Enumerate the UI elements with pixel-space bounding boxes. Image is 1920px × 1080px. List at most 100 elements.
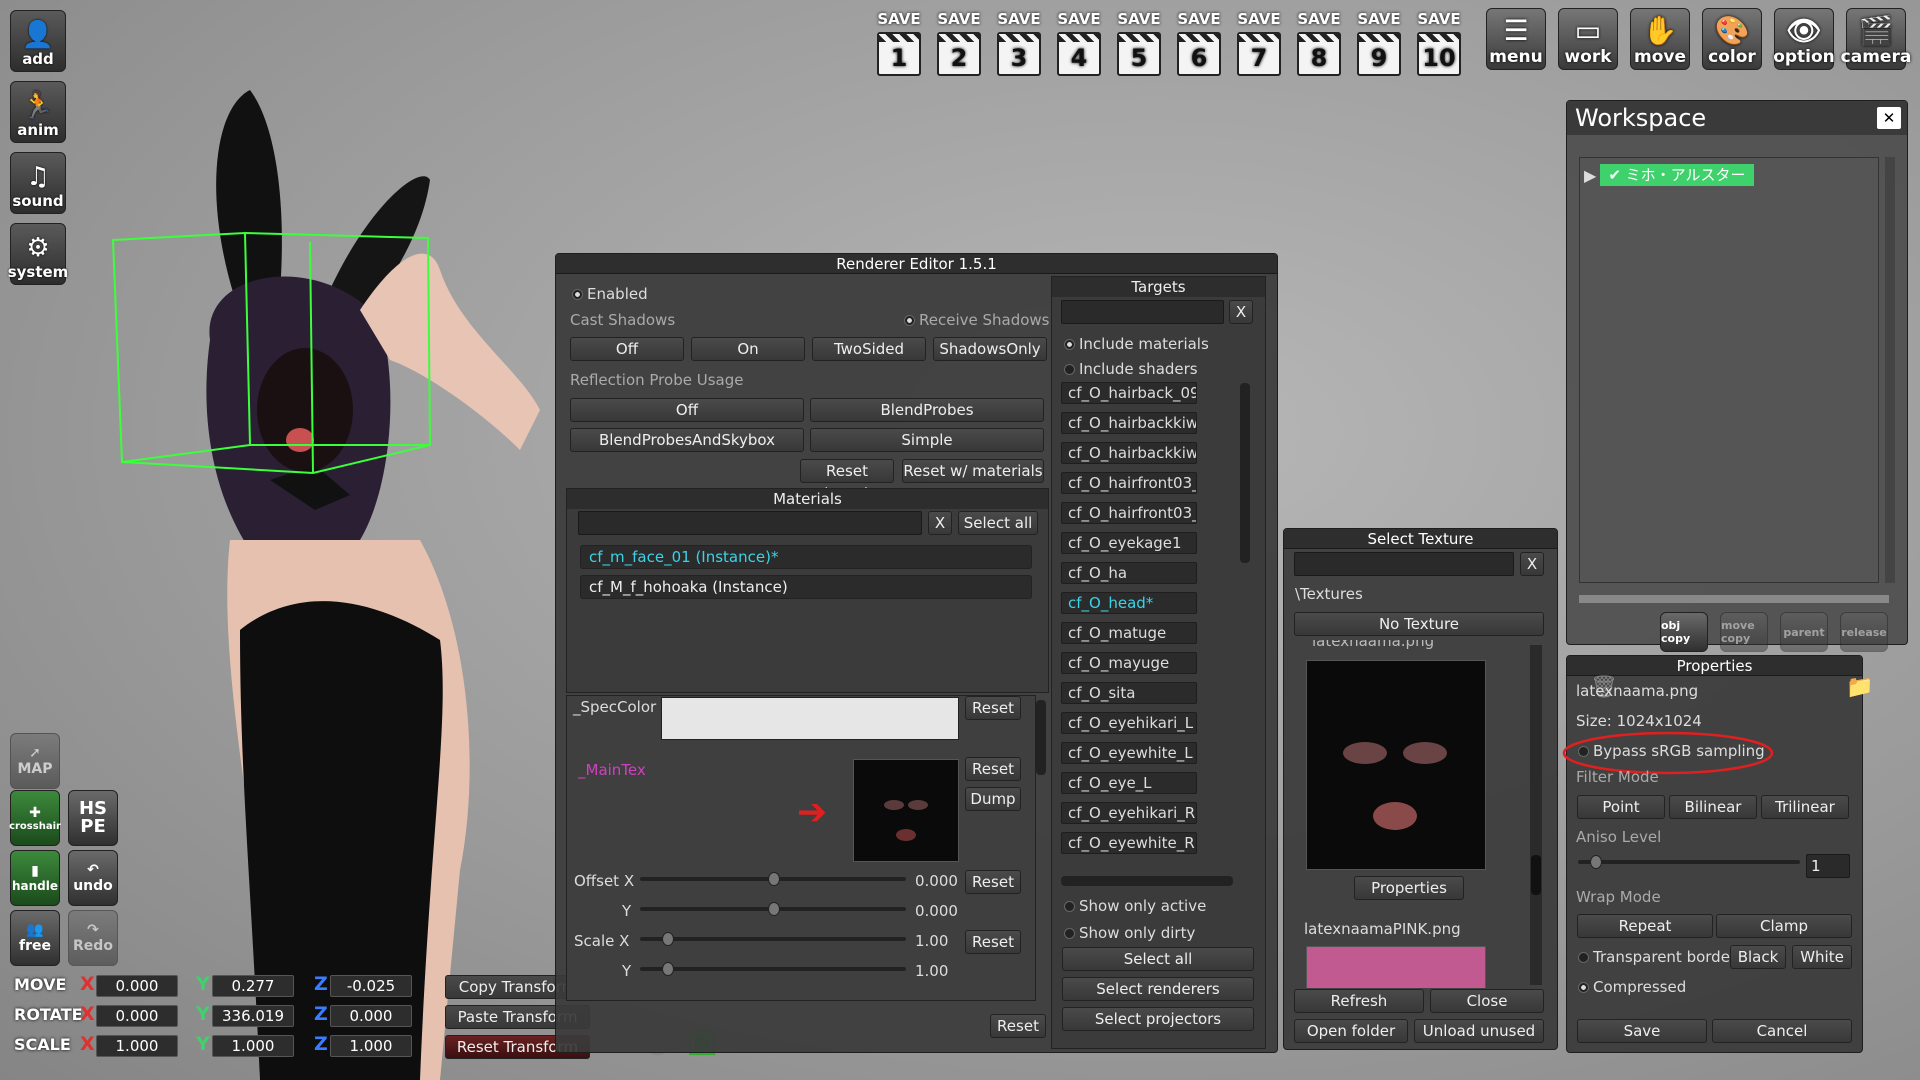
- target-item[interactable]: cf_O_hairbackkiwa_09: [1061, 412, 1197, 434]
- probe-blendprobesandskybox-button[interactable]: BlendProbesAndSkybox: [570, 428, 804, 452]
- cast-shadow-twosided-button[interactable]: TwoSided: [812, 337, 926, 361]
- cast-shadow-shadowsonly-button[interactable]: ShadowsOnly: [933, 337, 1047, 361]
- wrap-repeat-button[interactable]: Repeat: [1577, 914, 1713, 938]
- property-scrollbar[interactable]: [1036, 700, 1046, 775]
- receive-shadows-radio[interactable]: [904, 315, 915, 326]
- workspace-close-button[interactable]: ✕: [1877, 107, 1901, 129]
- reset-target-button[interactable]: Reset target: [800, 459, 894, 502]
- scale-y-value[interactable]: 1.00: [915, 962, 948, 980]
- target-item[interactable]: cf_O_eyehikari_L: [1061, 712, 1197, 734]
- target-item[interactable]: cf_O_hairfront03_00_u: [1061, 502, 1197, 524]
- move-menu-button[interactable]: ✋ move: [1630, 8, 1690, 70]
- texture-search-input[interactable]: [1294, 552, 1514, 576]
- main-tex-dump-button[interactable]: Dump: [965, 787, 1021, 811]
- workspace-scrollbar[interactable]: [1885, 157, 1895, 583]
- move-z-input[interactable]: -0.025: [330, 975, 412, 997]
- workspace-move-copy-button[interactable]: move copy: [1720, 612, 1768, 652]
- scale-y-input[interactable]: 1.000: [212, 1035, 294, 1057]
- rotate-x-input[interactable]: 0.000: [96, 1005, 178, 1027]
- undo-button[interactable]: ↶ undo: [68, 850, 118, 906]
- materials-clear-button[interactable]: X: [928, 511, 952, 535]
- targets-scrollbar[interactable]: [1240, 383, 1250, 563]
- transparent-border-toggle[interactable]: Transparent border: [1578, 948, 1736, 966]
- border-white-button[interactable]: White: [1792, 945, 1852, 969]
- save-slot-4[interactable]: SAVE 4: [1054, 10, 1104, 76]
- target-item[interactable]: cf_O_hairfront03_00: [1061, 472, 1197, 494]
- border-black-button[interactable]: Black: [1730, 945, 1786, 969]
- scale-x-input[interactable]: 1.000: [96, 1035, 178, 1057]
- materials-select-all-button[interactable]: Select all: [958, 511, 1038, 535]
- workspace-release-button[interactable]: release: [1840, 612, 1888, 652]
- workspace-hscroll[interactable]: [1579, 595, 1889, 603]
- target-item[interactable]: cf_O_matuge: [1061, 622, 1197, 644]
- probe-simple-button[interactable]: Simple: [810, 428, 1044, 452]
- texture-2-preview[interactable]: [1306, 946, 1486, 988]
- target-item[interactable]: cf_O_hairbackkiwa_09: [1061, 442, 1197, 464]
- wrap-clamp-button[interactable]: Clamp: [1716, 914, 1852, 938]
- spec-color-swatch[interactable]: [661, 697, 959, 740]
- map-button[interactable]: ➚ MAP: [10, 733, 60, 789]
- target-item[interactable]: cf_O_sita: [1061, 682, 1197, 704]
- toolbar-sound-button[interactable]: ♫ sound: [10, 152, 66, 214]
- scale-x-slider[interactable]: [640, 932, 906, 946]
- aniso-slider[interactable]: [1578, 855, 1800, 869]
- show-only-dirty-toggle[interactable]: Show only dirty: [1064, 924, 1195, 942]
- save-slot-6[interactable]: SAVE 6: [1174, 10, 1224, 76]
- texture-properties-button[interactable]: Properties: [1354, 876, 1464, 900]
- spec-color-reset-button[interactable]: Reset: [965, 696, 1021, 720]
- texture-clear-button[interactable]: X: [1520, 552, 1544, 576]
- hspe-button[interactable]: HS PE: [68, 790, 118, 846]
- transparent-border-radio[interactable]: [1578, 952, 1589, 963]
- save-slot-2[interactable]: SAVE 2: [934, 10, 984, 76]
- save-slot-7[interactable]: SAVE 7: [1234, 10, 1284, 76]
- camera-menu-button[interactable]: 🎬 camera: [1841, 8, 1911, 70]
- workspace-parent-button[interactable]: parent: [1780, 612, 1828, 652]
- target-item[interactable]: cf_O_eyewhite_R: [1061, 832, 1197, 854]
- free-button[interactable]: 👥 free: [10, 910, 60, 966]
- enabled-radio[interactable]: [572, 289, 583, 300]
- toolbar-add-button[interactable]: 👤 add: [10, 10, 66, 72]
- offset-y-value[interactable]: 0.000: [915, 902, 958, 920]
- check-icon[interactable]: ✔: [1608, 166, 1621, 184]
- menu-menu-button[interactable]: ☰ menu: [1486, 8, 1546, 70]
- aniso-value-input[interactable]: 1: [1806, 854, 1850, 878]
- cast-shadow-on-button[interactable]: On: [691, 337, 805, 361]
- show-only-active-radio[interactable]: [1064, 901, 1075, 912]
- scale-x-value[interactable]: 1.00: [915, 932, 948, 950]
- target-item[interactable]: cf_O_ha: [1061, 562, 1197, 584]
- open-folder-button[interactable]: Open folder: [1294, 1019, 1408, 1043]
- renderer-reset-button[interactable]: Reset: [990, 1014, 1046, 1038]
- offset-x-value[interactable]: 0.000: [915, 872, 958, 890]
- materials-search-input[interactable]: [578, 511, 922, 535]
- close-button[interactable]: Close: [1430, 989, 1544, 1013]
- cast-shadow-off-button[interactable]: Off: [570, 337, 684, 361]
- select-renderers-button[interactable]: Select renderers: [1062, 977, 1254, 1001]
- offset-x-slider[interactable]: [640, 872, 906, 886]
- probe-off-button[interactable]: Off: [570, 398, 804, 422]
- targets-search-input[interactable]: [1061, 300, 1224, 324]
- properties-cancel-button[interactable]: Cancel: [1712, 1019, 1852, 1043]
- target-item[interactable]: cf_O_eyewhite_L: [1061, 742, 1197, 764]
- material-item[interactable]: cf_M_f_hohoaka (Instance): [580, 575, 1032, 599]
- filter-trilinear-button[interactable]: Trilinear: [1761, 795, 1849, 819]
- include-materials-toggle[interactable]: Include materials: [1064, 335, 1209, 353]
- show-only-active-toggle[interactable]: Show only active: [1064, 897, 1206, 915]
- rotate-y-input[interactable]: 336.019: [212, 1005, 294, 1027]
- receive-shadows-toggle[interactable]: Receive Shadows: [904, 311, 1050, 329]
- no-texture-button[interactable]: No Texture: [1294, 612, 1544, 636]
- work-menu-button[interactable]: ▭ work: [1558, 8, 1618, 70]
- compressed-radio[interactable]: [1578, 982, 1589, 993]
- toolbar-anim-button[interactable]: 🏃 anim: [10, 81, 66, 143]
- move-y-input[interactable]: 0.277: [212, 975, 294, 997]
- target-item[interactable]: cf_O_eyekage1: [1061, 532, 1197, 554]
- include-shaders-radio[interactable]: [1064, 364, 1075, 375]
- save-slot-8[interactable]: SAVE 8: [1294, 10, 1344, 76]
- save-slot-1[interactable]: SAVE 1: [874, 10, 924, 76]
- include-shaders-toggle[interactable]: Include shaders: [1064, 360, 1198, 378]
- scale-reset-button[interactable]: Reset: [965, 930, 1021, 954]
- workspace-obj-copy-button[interactable]: obj copy: [1660, 612, 1708, 652]
- offset-y-slider[interactable]: [640, 902, 906, 916]
- redo-button[interactable]: ↷ Redo: [68, 910, 118, 966]
- option-menu-button[interactable]: 👁 option: [1773, 8, 1835, 70]
- folder-icon[interactable]: 📁: [1846, 675, 1873, 700]
